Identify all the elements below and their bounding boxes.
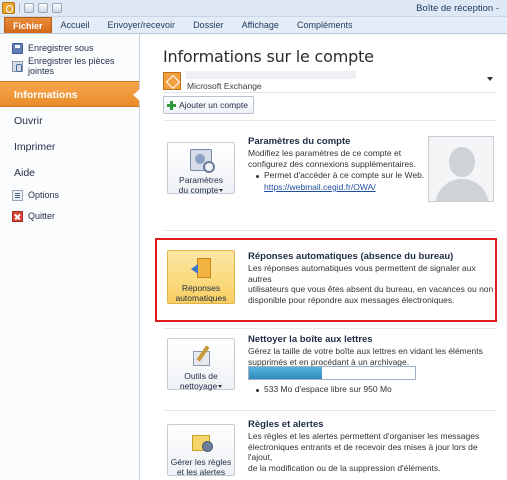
nav-save-as[interactable]: Enregistrer sous	[0, 39, 139, 57]
dropdown-arrow-icon	[218, 385, 223, 389]
rules-text-line1: Les règles et les alertes permettent d'o…	[248, 431, 480, 441]
nav-quit-label: Quitter	[28, 211, 56, 221]
close-icon	[12, 210, 23, 222]
chevron-down-icon[interactable]	[487, 77, 493, 81]
tab-accueil[interactable]: Accueil	[52, 17, 99, 33]
auto-replies-text-line1: Les réponses automatiques vous permetten…	[248, 263, 476, 284]
account-settings-button-line2: du compte	[178, 185, 219, 195]
auto-reply-icon	[190, 257, 212, 279]
nav-quit[interactable]: Quitter	[0, 207, 139, 225]
auto-replies-section: Réponses automatiques Réponses automatiq…	[163, 244, 496, 318]
tab-fichier[interactable]: Fichier	[4, 17, 52, 33]
account-settings-section: Paramètres du compte Paramètres du compt…	[163, 128, 496, 228]
tab-affichage[interactable]: Affichage	[233, 17, 288, 33]
account-name-redacted	[186, 71, 356, 79]
undo-icon[interactable]	[38, 3, 48, 13]
web-access-text: Permet d'accéder à ce compte sur le Web.	[264, 170, 425, 180]
plus-icon	[167, 100, 176, 110]
auto-replies-title: Réponses automatiques (absence du bureau…	[248, 251, 454, 262]
account-selector[interactable]: Microsoft Exchange	[163, 71, 496, 93]
rules-section: Gérer les règles et les alertes Règles e…	[163, 414, 496, 480]
rules-text-line3: de la modification ou de la suppression …	[248, 462, 441, 473]
auto-replies-description: Les réponses automatiques vous permetten…	[248, 263, 496, 305]
cleanup-text-line1: Gérez la taille de votre boîte aux lettr…	[248, 346, 483, 356]
qat-separator	[19, 3, 20, 13]
tab-complements[interactable]: Compléments	[288, 17, 362, 33]
rules-alerts-icon	[190, 431, 213, 453]
divider	[163, 328, 496, 329]
nav-save-attachments-label: Enregistrer les pièces jointes	[28, 56, 115, 76]
cleanup-title: Nettoyer la boîte aux lettres	[248, 334, 373, 345]
divider	[163, 120, 496, 121]
cleanup-tools-icon	[190, 345, 212, 367]
auto-replies-button[interactable]: Réponses automatiques	[167, 250, 235, 304]
tab-envoyer-recevoir[interactable]: Envoyer/recevoir	[99, 17, 185, 33]
save-icon	[12, 42, 23, 54]
account-settings-text-line1: Modifiez les paramètres de ce compte et	[248, 148, 402, 158]
customize-qat-icon[interactable]	[52, 3, 62, 13]
account-settings-button[interactable]: Paramètres du compte	[167, 142, 235, 195]
avatar-head	[449, 147, 475, 177]
rules-text-line2: électroniques entrants et de recevoir de…	[248, 441, 478, 463]
divider	[163, 230, 496, 231]
ribbon-tabs: Fichier Accueil Envoyer/recevoir Dossier…	[0, 17, 507, 34]
rules-button-line1: Gérer les règles	[170, 457, 232, 467]
storage-free-text: 533 Mo d'espace libre sur 950 Mo	[264, 384, 392, 394]
account-settings-description: Modifiez les paramètres de ce compte et …	[248, 148, 416, 169]
nav-imprimer[interactable]: Imprimer	[0, 134, 139, 160]
avatar-shoulders	[435, 179, 489, 201]
outlook-app-icon[interactable]	[2, 2, 15, 14]
account-type: Microsoft Exchange	[187, 81, 262, 91]
storage-fill	[249, 367, 323, 379]
nav-save-as-label: Enregistrer sous	[28, 43, 94, 53]
account-info-panel: Informations sur le compte Microsoft Exc…	[141, 34, 507, 480]
options-icon	[12, 189, 23, 201]
page-title: Informations sur le compte	[163, 47, 374, 66]
exchange-account-icon	[163, 72, 181, 90]
add-account-button[interactable]: Ajouter un compte	[163, 96, 254, 114]
auto-replies-text-line3: disponible pour répondre aux messages él…	[248, 294, 455, 305]
avatar[interactable]	[428, 136, 494, 202]
add-account-label: Ajouter un compte	[179, 100, 248, 110]
nav-ouvrir[interactable]: Ouvrir	[0, 108, 139, 134]
rules-description: Les règles et les alertes permettent d'o…	[248, 431, 496, 473]
cleanup-button-line1: Outils de	[184, 371, 218, 381]
send-receive-all-icon[interactable]	[24, 3, 34, 13]
auto-replies-button-line1: Réponses	[181, 283, 221, 293]
nav-options[interactable]: Options	[0, 186, 139, 204]
account-settings-icon	[190, 149, 215, 173]
bullet	[256, 175, 259, 178]
divider	[163, 410, 496, 411]
auto-replies-button-line2: automatiques	[175, 293, 227, 303]
nav-aide[interactable]: Aide	[0, 160, 139, 186]
backstage-nav: Enregistrer sous Enregistrer les pièces …	[0, 34, 140, 480]
account-settings-button-line1: Paramètres	[179, 175, 223, 185]
bullet	[256, 389, 259, 392]
manage-rules-button[interactable]: Gérer les règles et les alertes	[167, 424, 235, 477]
cleanup-section: Outils de nettoyage Nettoyer la boîte au…	[163, 330, 496, 410]
rules-title: Règles et alertes	[248, 419, 324, 430]
rules-button-line2: et les alertes	[176, 467, 226, 477]
dropdown-arrow-icon	[219, 189, 224, 193]
window-title: Boîte de réception -	[416, 3, 499, 14]
nav-save-attachments[interactable]: Enregistrer les pièces jointes	[0, 56, 139, 76]
cleanup-button-line2: nettoyage	[179, 381, 218, 391]
quick-access-toolbar	[2, 2, 62, 14]
title-bar: Boîte de réception -	[0, 0, 507, 17]
attachment-icon	[12, 60, 23, 72]
tab-dossier[interactable]: Dossier	[184, 17, 233, 33]
mailbox-storage-bar	[248, 366, 416, 380]
owa-link[interactable]: https://webmail.cegid.fr/OWA/	[264, 182, 376, 193]
nav-options-label: Options	[28, 190, 60, 200]
cleanup-description: Gérez la taille de votre boîte aux lettr…	[248, 346, 483, 367]
account-settings-text-line2: configurez des connexions supplémentaire…	[248, 158, 416, 169]
account-settings-title: Paramètres du compte	[248, 136, 351, 147]
nav-informations[interactable]: Informations	[0, 81, 140, 107]
cleanup-tools-button[interactable]: Outils de nettoyage	[167, 338, 235, 391]
auto-replies-text-line2: utilisateurs que vous êtes absent du bur…	[248, 284, 494, 294]
